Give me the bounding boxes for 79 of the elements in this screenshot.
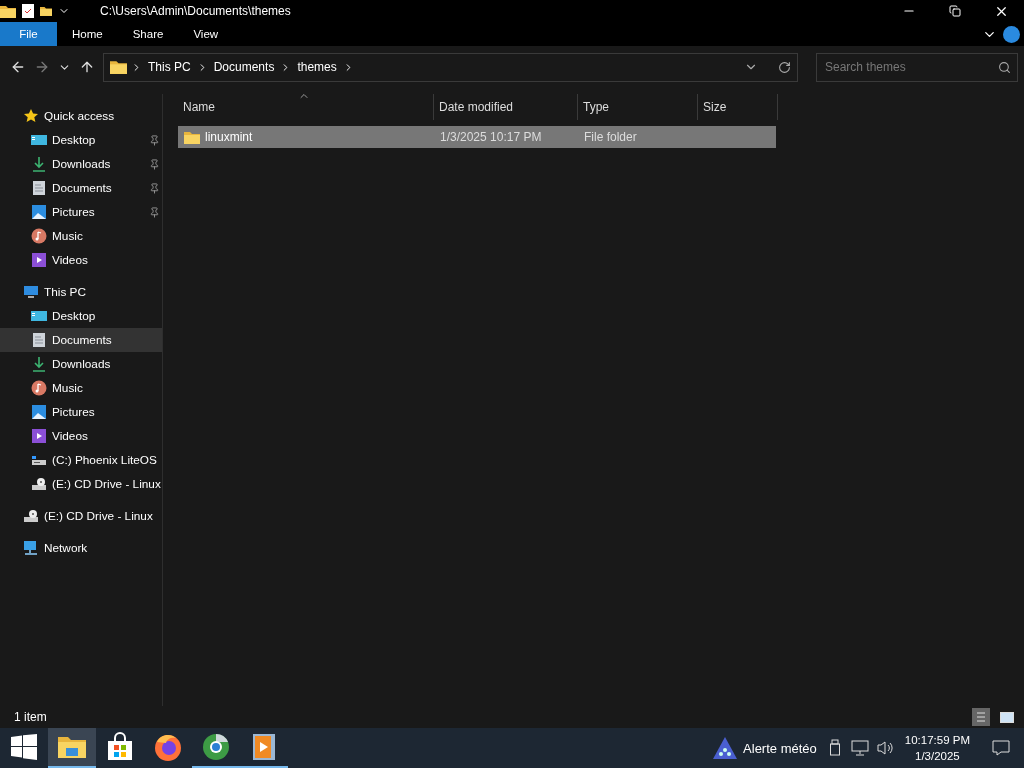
new-folder-icon bbox=[40, 4, 52, 18]
column-header[interactable]: Size bbox=[698, 94, 778, 120]
usb-icon[interactable] bbox=[828, 739, 843, 757]
sidebar-item[interactable]: Downloads bbox=[0, 152, 162, 176]
download-icon bbox=[31, 156, 47, 172]
arrow-right-icon bbox=[34, 59, 50, 75]
folder-icon bbox=[110, 60, 127, 74]
desktop-icon bbox=[31, 308, 47, 324]
desktop-icon bbox=[31, 132, 47, 148]
refresh-icon[interactable] bbox=[778, 60, 791, 74]
sidebar-item[interactable]: Documents bbox=[0, 176, 162, 200]
picture-icon bbox=[31, 404, 47, 420]
breadcrumb-item[interactable]: Documents bbox=[211, 60, 277, 74]
document-icon bbox=[31, 332, 47, 348]
globe-icon bbox=[201, 732, 231, 762]
download-icon bbox=[31, 356, 47, 372]
taskbar-clock[interactable]: 10:17:59 PM 1/3/2025 bbox=[904, 732, 970, 764]
document-icon bbox=[31, 180, 47, 196]
sidebar-item[interactable]: Desktop bbox=[0, 128, 162, 152]
sidebar-item[interactable]: Quick access bbox=[0, 104, 162, 128]
sidebar-item[interactable]: Pictures bbox=[0, 200, 162, 224]
music-icon bbox=[31, 380, 47, 396]
taskbar-app[interactable] bbox=[48, 728, 96, 768]
item-count: 1 item bbox=[14, 710, 47, 724]
sidebar-item[interactable]: Documents bbox=[0, 328, 162, 352]
picture-icon bbox=[31, 204, 47, 220]
sidebar-item[interactable]: Network bbox=[0, 536, 162, 560]
sidebar-item[interactable]: (C:) Phoenix LiteOS bbox=[0, 448, 162, 472]
video-icon bbox=[31, 252, 47, 268]
column-header[interactable]: Type bbox=[578, 94, 698, 120]
breadcrumb-item[interactable]: themes bbox=[295, 60, 339, 74]
file-type: File folder bbox=[584, 130, 637, 144]
disc-drive-icon bbox=[23, 508, 39, 524]
sidebar-item[interactable]: Videos bbox=[0, 248, 162, 272]
star-icon bbox=[23, 108, 39, 124]
sidebar-item[interactable]: Downloads bbox=[0, 352, 162, 376]
list-icon bbox=[976, 711, 986, 723]
fox-globe-icon bbox=[153, 732, 183, 762]
sidebar-item[interactable]: (E:) CD Drive - Linux bbox=[0, 504, 162, 528]
weather-alert-icon[interactable] bbox=[713, 737, 738, 759]
address-bar[interactable]: This PC Documents themes bbox=[103, 52, 798, 82]
store-bag-icon bbox=[105, 732, 135, 762]
network-status-icon[interactable] bbox=[850, 740, 869, 756]
weather-alert-label[interactable]: Alerte météo bbox=[743, 740, 817, 756]
computer-icon bbox=[23, 284, 39, 300]
ribbon-tab[interactable]: View bbox=[178, 22, 234, 46]
thumbnail-icon bbox=[1000, 711, 1014, 723]
sidebar-item[interactable]: This PC bbox=[0, 280, 162, 304]
disc-drive-icon bbox=[31, 476, 47, 492]
sidebar-item[interactable]: (E:) CD Drive - Linux bbox=[0, 472, 162, 496]
ribbon-tab[interactable]: File bbox=[0, 22, 57, 46]
music-icon bbox=[31, 228, 47, 244]
volume-icon[interactable] bbox=[876, 740, 895, 756]
sidebar-item[interactable]: Music bbox=[0, 376, 162, 400]
column-header[interactable]: Date modified bbox=[434, 94, 578, 120]
folder-icon bbox=[184, 130, 200, 144]
column-header[interactable]: Name bbox=[178, 94, 434, 120]
sidebar-item[interactable]: Desktop bbox=[0, 304, 162, 328]
ribbon-tab[interactable]: Share bbox=[117, 22, 179, 46]
sidebar-item[interactable]: Music bbox=[0, 224, 162, 248]
folder-icon bbox=[0, 4, 16, 18]
restore-icon bbox=[949, 5, 961, 17]
sidebar-item[interactable]: Pictures bbox=[0, 400, 162, 424]
clock-time: 10:17:59 PM bbox=[904, 733, 970, 748]
file-name: linuxmint bbox=[205, 130, 253, 144]
notifications-icon[interactable] bbox=[992, 740, 1010, 756]
properties-icon[interactable] bbox=[22, 4, 34, 18]
video-icon bbox=[31, 428, 47, 444]
date-modified: 1/3/2025 10:17 PM bbox=[440, 130, 542, 144]
sidebar-item[interactable]: Videos bbox=[0, 424, 162, 448]
search-icon bbox=[998, 60, 1011, 74]
ribbon-tab[interactable]: Home bbox=[57, 22, 118, 46]
clock-date: 1/3/2025 bbox=[915, 749, 960, 764]
window-title: C:\Users\Admin\Documents\themes bbox=[100, 4, 292, 18]
file-row[interactable]: linuxmint 1/3/2025 10:17 PM File folder bbox=[178, 126, 776, 148]
windows-icon bbox=[11, 734, 37, 760]
search-field[interactable]: Search themes bbox=[816, 52, 1018, 82]
network-icon bbox=[23, 540, 39, 556]
breadcrumb-item[interactable]: This PC bbox=[146, 60, 193, 74]
